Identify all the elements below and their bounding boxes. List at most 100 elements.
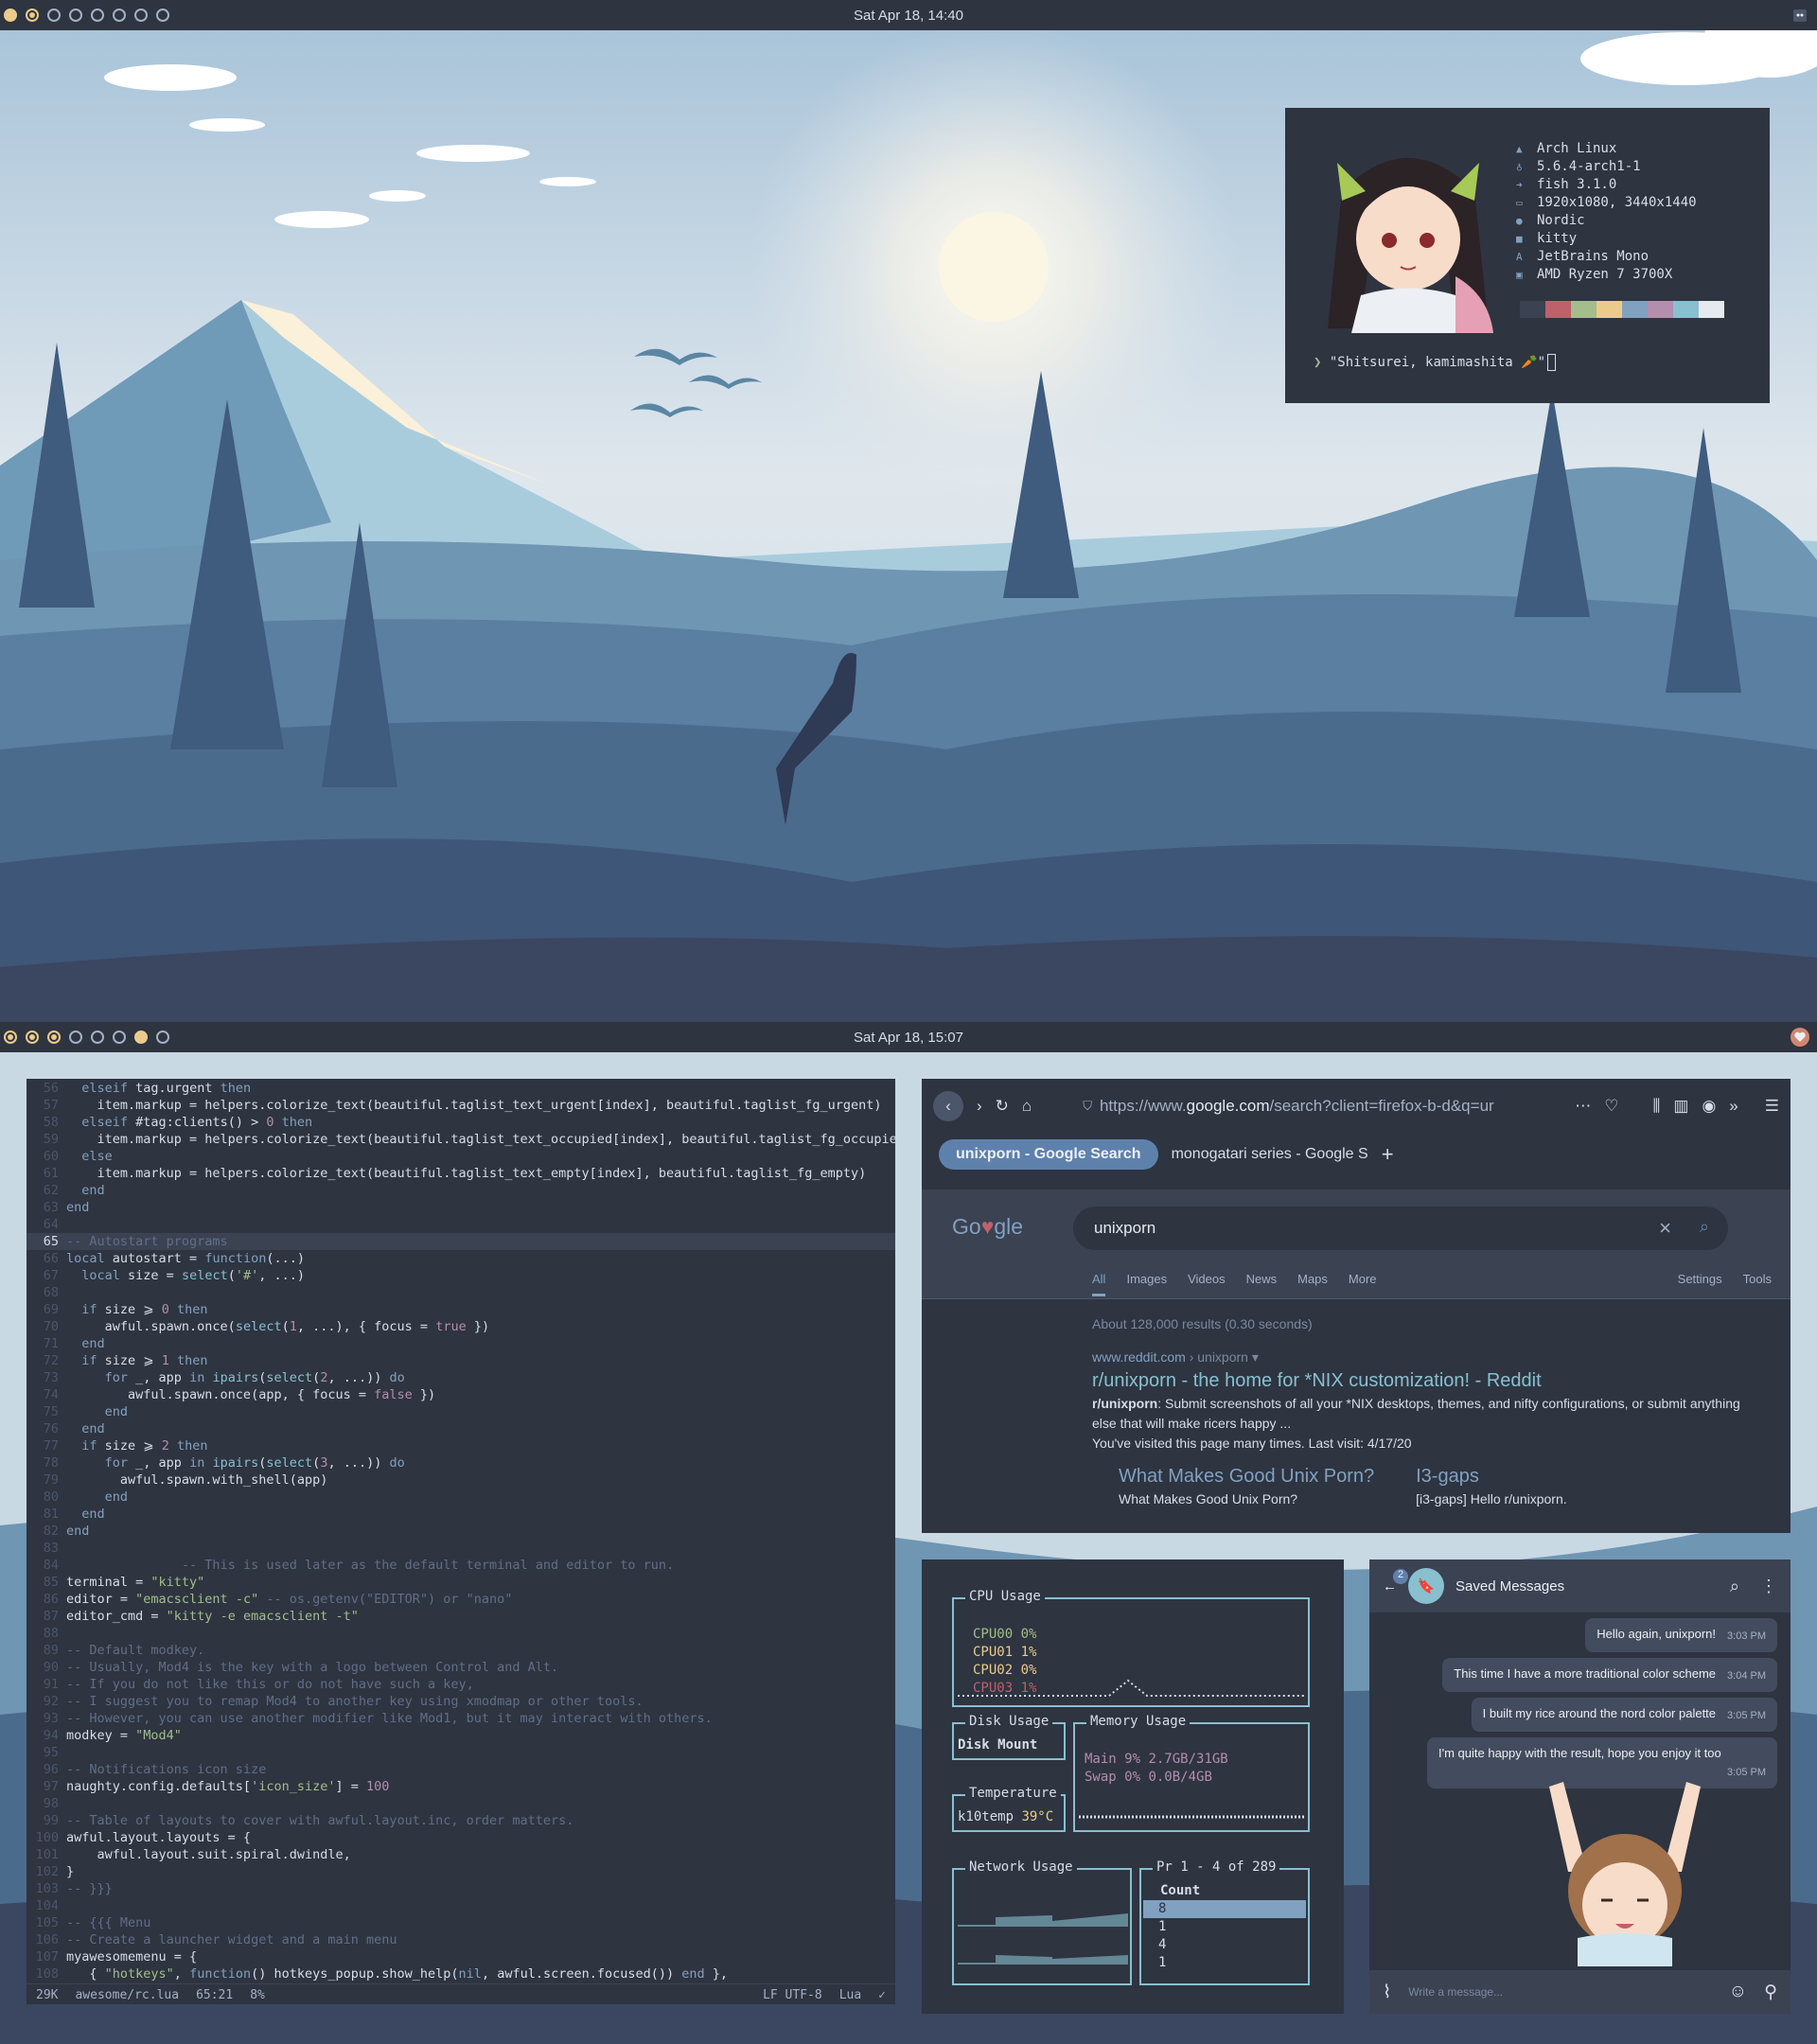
message[interactable]: I built my rice around the nord color pa…: [1471, 1698, 1777, 1732]
process-row[interactable]: 4: [1143, 1936, 1306, 1954]
code-line[interactable]: 99 -- Table of layouts to cover with awfu…: [26, 1812, 895, 1829]
code-line[interactable]: 61 item.markup = helpers.colorize_text(b…: [26, 1165, 895, 1182]
gotop-monitor[interactable]: CPU Usage CPU00 0% CPU01 1% CPU02 0% CPU…: [922, 1559, 1344, 2014]
code-line[interactable]: 89 -- Default modkey.: [26, 1642, 895, 1659]
code-line[interactable]: 74 awful.spawn.once(app, { focus = false…: [26, 1386, 895, 1403]
tab-monogatari[interactable]: monogatari series - Google S: [1172, 1146, 1368, 1163]
url-bar[interactable]: ⛉ https://www.google.com/search?client=f…: [1083, 1097, 1561, 1116]
code-line[interactable]: 64: [26, 1216, 895, 1233]
emacs-editor[interactable]: 56 elseif tag.urgent then 57 item.markup …: [26, 1079, 895, 2004]
code-line[interactable]: 87 editor_cmd = "kitty -e emacsclient -t": [26, 1608, 895, 1625]
code-line[interactable]: 65 -- Autostart programs: [26, 1233, 895, 1250]
code-line[interactable]: 90 -- Usually, Mod4 is the key with a log…: [26, 1659, 895, 1676]
code-line[interactable]: 63 end: [26, 1199, 895, 1216]
heart-icon[interactable]: [1791, 1028, 1809, 1047]
code-line[interactable]: 101 awful.layout.suit.spiral.dwindle,: [26, 1846, 895, 1863]
microphone-icon[interactable]: ⚲: [1764, 1982, 1777, 2003]
code-line[interactable]: 106 -- Create a launcher widget and a mai…: [26, 1931, 895, 1948]
more-icon[interactable]: ⋯: [1575, 1097, 1591, 1116]
tab-maps[interactable]: Maps: [1297, 1272, 1328, 1296]
reload-icon[interactable]: ↻: [996, 1097, 1009, 1116]
code-line[interactable]: 56 elseif tag.urgent then: [26, 1080, 895, 1097]
code-line[interactable]: 70 awful.spawn.once(select(1, ...), { fo…: [26, 1318, 895, 1335]
firefox-window[interactable]: ‹ › ↻ ⌂ ⛉ https://www.google.com/search?…: [922, 1079, 1791, 1533]
account-icon[interactable]: ◉: [1702, 1097, 1716, 1116]
code-line[interactable]: 59 item.markup = helpers.colorize_text(b…: [26, 1131, 895, 1148]
code-line[interactable]: 108 { "hotkeys", function() hotkeys_popu…: [26, 1965, 895, 1982]
process-row[interactable]: 1: [1143, 1918, 1306, 1936]
code-line[interactable]: 80 end: [26, 1489, 895, 1506]
tab-videos[interactable]: Videos: [1188, 1272, 1226, 1296]
code-line[interactable]: 79 awful.spawn.with_shell(app): [26, 1471, 895, 1489]
new-tab-button[interactable]: +: [1382, 1142, 1394, 1167]
code-line[interactable]: 60 else: [26, 1148, 895, 1165]
more-icon[interactable]: ⋮: [1760, 1577, 1777, 1596]
message[interactable]: This time I have a more traditional colo…: [1442, 1658, 1777, 1692]
emoji-icon[interactable]: ☺: [1729, 1982, 1747, 2002]
code-line[interactable]: 91 -- If you do not like this or do not h…: [26, 1676, 895, 1693]
code-line[interactable]: 69 if size ⩾ 0 then: [26, 1301, 895, 1318]
search-icon[interactable]: ⌕: [1730, 1577, 1739, 1596]
code-line[interactable]: 85 terminal = "kitty": [26, 1574, 895, 1591]
sitelink-title[interactable]: What Makes Good Unix Porn?: [1119, 1463, 1374, 1489]
code-line[interactable]: 104: [26, 1897, 895, 1914]
tray-icon[interactable]: [1791, 6, 1809, 25]
code-line[interactable]: 68: [26, 1284, 895, 1301]
back-icon[interactable]: ← 2: [1383, 1568, 1408, 1595]
code-line[interactable]: 92 -- I suggest you to remap Mod4 to anot…: [26, 1693, 895, 1710]
search-input[interactable]: unixporn × ⌕: [1073, 1207, 1728, 1250]
code-line[interactable]: 72 if size ⩾ 1 then: [26, 1352, 895, 1369]
search-icon[interactable]: ⌕: [1700, 1217, 1709, 1237]
sitelink-title[interactable]: I3-gaps: [1416, 1463, 1567, 1489]
tab-images[interactable]: Images: [1126, 1272, 1167, 1296]
code-line[interactable]: 93 -- However, you can use another modifi…: [26, 1710, 895, 1727]
code-line[interactable]: 97 naughty.config.defaults['icon_size'] =…: [26, 1778, 895, 1795]
result-title[interactable]: r/unixporn - the home for *NIX customiza…: [1092, 1367, 1743, 1394]
code-line[interactable]: 83: [26, 1540, 895, 1557]
code-line[interactable]: 84 -- This is used later as the default …: [26, 1557, 895, 1574]
settings-link[interactable]: Settings: [1678, 1272, 1722, 1296]
tab-news[interactable]: News: [1246, 1272, 1278, 1296]
code-line[interactable]: 88: [26, 1625, 895, 1642]
code-line[interactable]: 57 item.markup = helpers.colorize_text(b…: [26, 1097, 895, 1114]
code-line[interactable]: 78 for _, app in ipairs(select(3, ...)) …: [26, 1454, 895, 1471]
code-line[interactable]: 94 modkey = "Mod4": [26, 1727, 895, 1744]
code-line[interactable]: 86 editor = "emacsclient -c" -- os.getenv…: [26, 1591, 895, 1608]
code-line[interactable]: 81 end: [26, 1506, 895, 1523]
code-line[interactable]: 103 -- }}}: [26, 1880, 895, 1897]
message[interactable]: Hello again, unixporn! 3:03 PM: [1585, 1618, 1777, 1652]
telegram-window[interactable]: ← 2 🔖 Saved Messages ⌕ ⋮ Hello again, unix…: [1369, 1559, 1791, 2014]
tools-link[interactable]: Tools: [1743, 1272, 1772, 1296]
home-icon[interactable]: ⌂: [1022, 1097, 1032, 1116]
code-line[interactable]: 71 end: [26, 1335, 895, 1352]
code-line[interactable]: 75 end: [26, 1403, 895, 1420]
code-line[interactable]: 82 end: [26, 1523, 895, 1540]
forward-icon[interactable]: ›: [977, 1097, 982, 1116]
code-area[interactable]: 56 elseif tag.urgent then 57 item.markup …: [26, 1080, 895, 1982]
code-line[interactable]: 100 awful.layout.layouts = {: [26, 1829, 895, 1846]
google-logo[interactable]: Go♥gle: [952, 1214, 1023, 1240]
process-row[interactable]: 1: [1143, 1954, 1306, 1972]
attach-icon[interactable]: ⌇: [1383, 1982, 1391, 2003]
code-line[interactable]: 77 if size ⩾ 2 then: [26, 1437, 895, 1454]
tab-more[interactable]: More: [1349, 1272, 1377, 1296]
shell-prompt[interactable]: ❯ "Shitsurei, kamimashita 🥕": [1314, 354, 1557, 371]
overflow-icon[interactable]: »: [1729, 1097, 1738, 1116]
back-icon[interactable]: ‹: [933, 1091, 963, 1121]
tab-unixporn[interactable]: unixporn - Google Search: [939, 1139, 1158, 1170]
library-icon[interactable]: ⫼: [1653, 1097, 1661, 1116]
message-input[interactable]: Write a message...: [1408, 1985, 1711, 1999]
code-line[interactable]: 58 elseif #tag:clients() > 0 then: [26, 1114, 895, 1131]
code-line[interactable]: 62 end: [26, 1182, 895, 1199]
neofetch-terminal[interactable]: ▲ Arch Linux ♁ 5.6.4-arch1-1 ➜ fish 3.1.0 ▭…: [1285, 108, 1770, 403]
code-line[interactable]: 67 local size = select('#', ...): [26, 1267, 895, 1284]
code-line[interactable]: 102}: [26, 1863, 895, 1880]
tab-all[interactable]: All: [1092, 1272, 1106, 1296]
clear-icon[interactable]: ×: [1659, 1216, 1671, 1241]
code-line[interactable]: 107 myawesomemenu = {: [26, 1948, 895, 1965]
code-line[interactable]: 76 end: [26, 1420, 895, 1437]
code-line[interactable]: 105 -- {{{ Menu: [26, 1914, 895, 1931]
process-row-selected[interactable]: 8: [1143, 1900, 1306, 1918]
code-line[interactable]: 96 -- Notifications icon size: [26, 1761, 895, 1778]
code-line[interactable]: 73 for _, app in ipairs(select(2, ...)) …: [26, 1369, 895, 1386]
